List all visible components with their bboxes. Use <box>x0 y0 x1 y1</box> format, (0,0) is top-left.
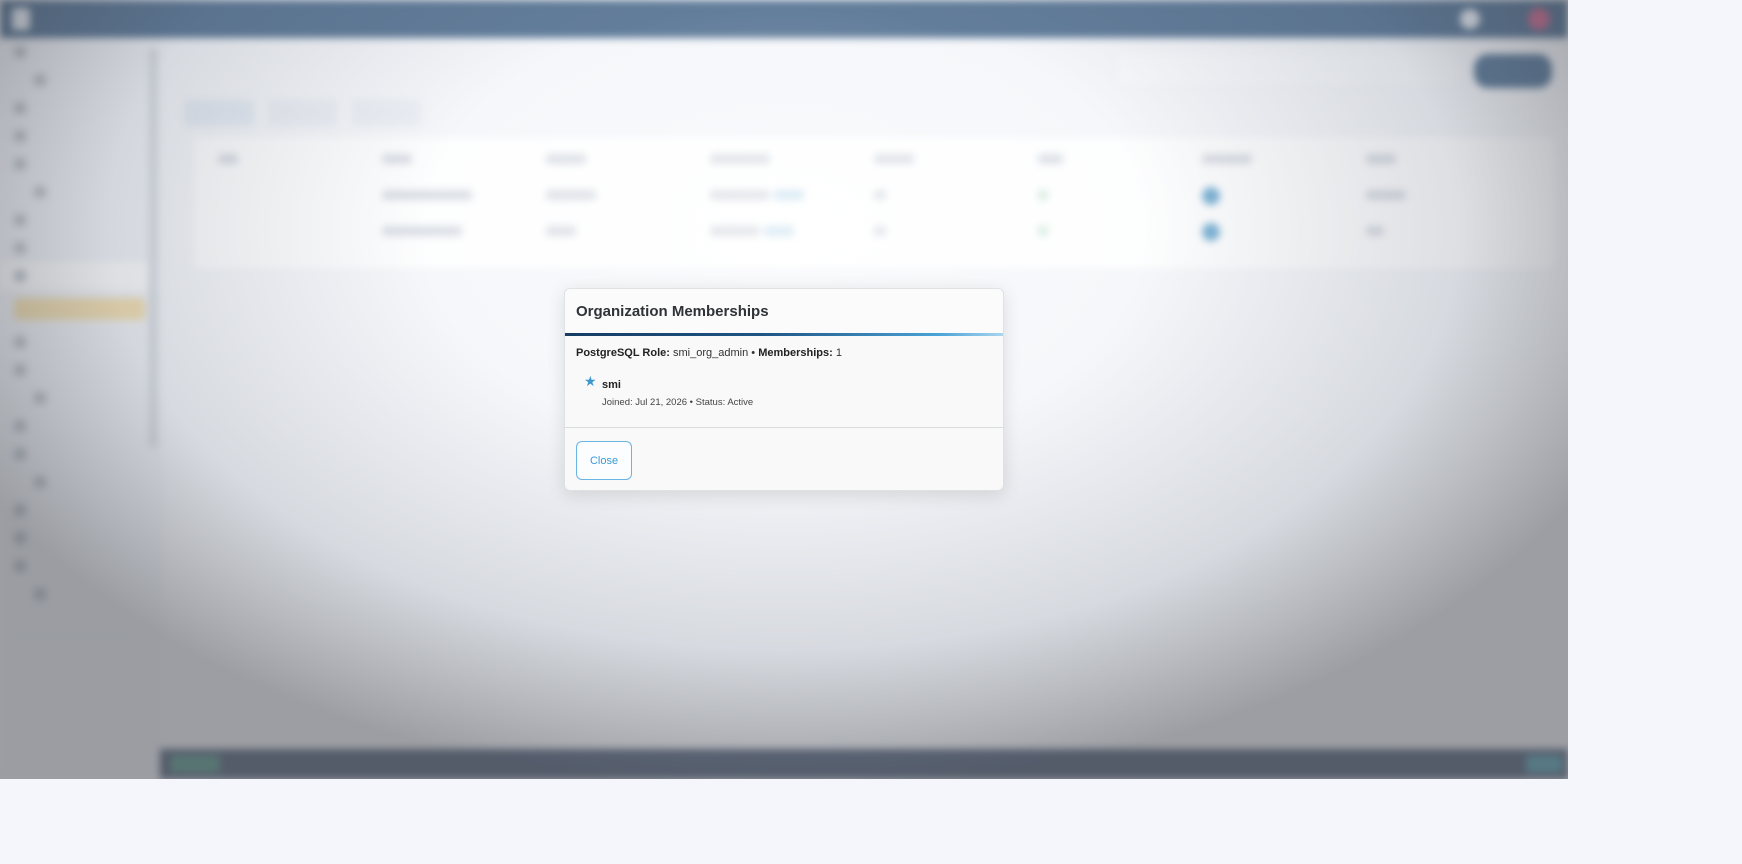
modal-header: Organization Memberships <box>565 289 1003 333</box>
close-button[interactable]: Close <box>576 441 632 480</box>
membership-meta: Joined: Jul 21, 2026 • Status: Active <box>602 397 754 408</box>
membership-item: ★ smi Joined: Jul 21, 2026 • Status: Act… <box>576 373 992 408</box>
modal-body: PostgreSQL Role: smi_org_admin • Members… <box>565 336 1003 408</box>
organization-memberships-modal: Organization Memberships PostgreSQL Role… <box>564 288 1004 491</box>
role-summary: PostgreSQL Role: smi_org_admin • Members… <box>576 347 992 359</box>
organization-name: smi <box>602 379 621 391</box>
star-icon: ★ <box>584 373 597 389</box>
summary-separator: • <box>751 347 756 359</box>
memberships-label: Memberships: <box>758 347 833 359</box>
memberships-count: 1 <box>835 347 842 359</box>
membership-details: smi Joined: Jul 21, 2026 • Status: Activ… <box>602 377 753 408</box>
modal-title: Organization Memberships <box>576 302 769 320</box>
role-label: PostgreSQL Role: <box>576 347 670 359</box>
role-value: smi_org_admin <box>673 347 749 359</box>
footer-divider <box>565 427 1003 428</box>
